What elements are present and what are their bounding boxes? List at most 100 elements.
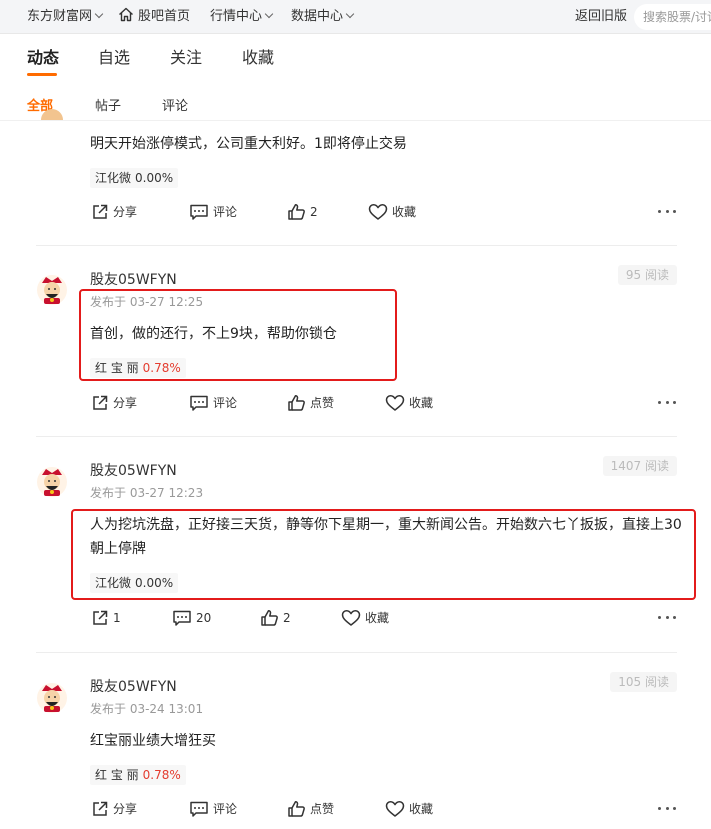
data-center-menu[interactable]: 数据中心 — [291, 0, 355, 34]
post-divider — [36, 436, 677, 437]
chevron-down-icon — [345, 9, 355, 19]
home-link[interactable]: 股吧首页 — [118, 0, 190, 34]
market-center-label: 行情中心 — [210, 9, 263, 24]
stock-name: 江化微 — [95, 171, 132, 185]
post-content[interactable]: 红宝丽业绩大增狂买 — [90, 729, 686, 753]
collect-label: 收藏 — [392, 205, 417, 219]
tab-favorites[interactable]: 收藏 — [242, 44, 274, 68]
like-button[interactable]: 2 — [260, 608, 291, 628]
share-button[interactable]: 1 — [91, 608, 121, 628]
author-name[interactable]: 股友05WFYN — [90, 460, 177, 480]
stock-change: 0.78% — [142, 361, 181, 375]
collect-button[interactable]: 收藏 — [341, 608, 389, 628]
site-link-label: 东方财富网 — [27, 9, 93, 24]
post-time: 发布于 03-27 12:23 — [90, 486, 204, 500]
post-content[interactable]: 人为挖坑洗盘，正好接三天货，静等你下星期一，重大新闻公告。开始数六七丫扳扳，直接… — [90, 513, 686, 561]
home-icon — [119, 7, 133, 22]
post-divider — [36, 245, 677, 246]
stock-change: 0.78% — [142, 768, 181, 782]
market-center-menu[interactable]: 行情中心 — [210, 0, 274, 34]
like-label: 点赞 — [310, 396, 335, 410]
comment-icon — [190, 395, 208, 411]
heart-icon — [368, 204, 388, 220]
comment-button[interactable]: 评论 — [189, 393, 237, 413]
comment-button[interactable]: 20 — [172, 608, 211, 628]
share-icon — [93, 204, 108, 219]
collect-button[interactable]: 收藏 — [385, 799, 433, 819]
share-button[interactable]: 分享 — [91, 202, 137, 222]
comment-icon — [173, 610, 191, 626]
home-link-label: 股吧首页 — [138, 9, 191, 24]
old-version-link[interactable]: 返回旧版 — [575, 0, 627, 34]
stock-tag[interactable]: 红 宝 丽 0.78% — [90, 765, 186, 785]
heart-icon — [341, 610, 361, 626]
tab-dynamic[interactable]: 动态 — [27, 44, 59, 68]
collect-button[interactable]: 收藏 — [368, 202, 416, 222]
like-button[interactable]: 点赞 — [287, 393, 334, 413]
share-label: 分享 — [113, 802, 138, 816]
chevron-down-icon — [264, 9, 274, 19]
stock-tag[interactable]: 红 宝 丽 0.78% — [90, 358, 186, 378]
thumbs-up-icon — [288, 801, 305, 817]
tab-following[interactable]: 关注 — [170, 44, 202, 68]
share-label: 分享 — [113, 205, 138, 219]
author-name[interactable]: 股友05WFYN — [90, 269, 177, 289]
like-label: 2 — [310, 205, 318, 219]
chevron-down-icon — [94, 9, 104, 19]
subtab-posts[interactable]: 帖子 — [95, 95, 121, 114]
collect-label: 收藏 — [365, 611, 390, 625]
like-button[interactable]: 2 — [287, 202, 318, 222]
post-content[interactable]: 首创，做的还行，不上9块，帮助你锁仓 — [90, 322, 686, 346]
stock-change: 0.00% — [135, 171, 174, 185]
stock-tag[interactable]: 江化微 0.00% — [90, 573, 179, 593]
comment-button[interactable]: 评论 — [189, 202, 237, 222]
share-button[interactable]: 分享 — [91, 393, 137, 413]
data-center-label: 数据中心 — [291, 9, 344, 24]
comment-label: 评论 — [213, 802, 238, 816]
more-options-icon[interactable] — [658, 807, 676, 813]
like-button[interactable]: 点赞 — [287, 799, 334, 819]
stock-change: 0.00% — [135, 576, 174, 590]
like-label: 点赞 — [310, 802, 335, 816]
author-name[interactable]: 股友05WFYN — [90, 676, 177, 696]
thumbs-up-icon — [288, 204, 305, 220]
top-nav: 东方财富网 股吧首页 行情中心 数据中心 返回旧版 搜索股票/讨论 — [0, 0, 711, 34]
heart-icon — [385, 801, 405, 817]
thumbs-up-icon — [288, 395, 305, 411]
search-input[interactable]: 搜索股票/讨论 — [634, 4, 711, 30]
subtab-comments[interactable]: 评论 — [162, 95, 188, 114]
comment-label: 评论 — [213, 205, 238, 219]
heart-icon — [385, 395, 405, 411]
avatar[interactable] — [36, 682, 68, 714]
site-link[interactable]: 东方财富网 — [27, 0, 104, 34]
collect-label: 收藏 — [409, 396, 434, 410]
post-time: 发布于 03-27 12:25 — [90, 295, 204, 309]
share-icon — [93, 395, 108, 410]
avatar[interactable] — [36, 466, 68, 498]
collect-label: 收藏 — [409, 802, 434, 816]
collect-button[interactable]: 收藏 — [385, 393, 433, 413]
comment-button[interactable]: 评论 — [189, 799, 237, 819]
read-count: 1407 阅读 — [602, 456, 677, 476]
avatar[interactable] — [36, 274, 68, 306]
comment-label: 评论 — [213, 396, 238, 410]
comment-icon — [190, 204, 208, 220]
share-label: 分享 — [113, 396, 138, 410]
more-options-icon[interactable] — [658, 210, 676, 216]
post-content[interactable]: 明天开始涨停模式，公司重大利好。1即将停止交易 — [90, 132, 686, 156]
read-count: 95 阅读 — [617, 265, 677, 285]
active-tab-indicator — [27, 73, 57, 76]
stock-tag[interactable]: 江化微 0.00% — [90, 168, 179, 188]
more-options-icon[interactable] — [658, 616, 676, 622]
tab-watchlist[interactable]: 自选 — [98, 44, 130, 68]
stock-name: 红 宝 丽 — [95, 361, 139, 375]
tabs-divider — [0, 120, 711, 121]
like-count: 2 — [283, 611, 291, 625]
stock-name: 红 宝 丽 — [95, 768, 139, 782]
avatar — [36, 104, 68, 120]
comment-icon — [190, 801, 208, 817]
share-button[interactable]: 分享 — [91, 799, 137, 819]
comment-count: 20 — [196, 611, 212, 625]
more-options-icon[interactable] — [658, 401, 676, 407]
share-count: 1 — [113, 611, 121, 625]
